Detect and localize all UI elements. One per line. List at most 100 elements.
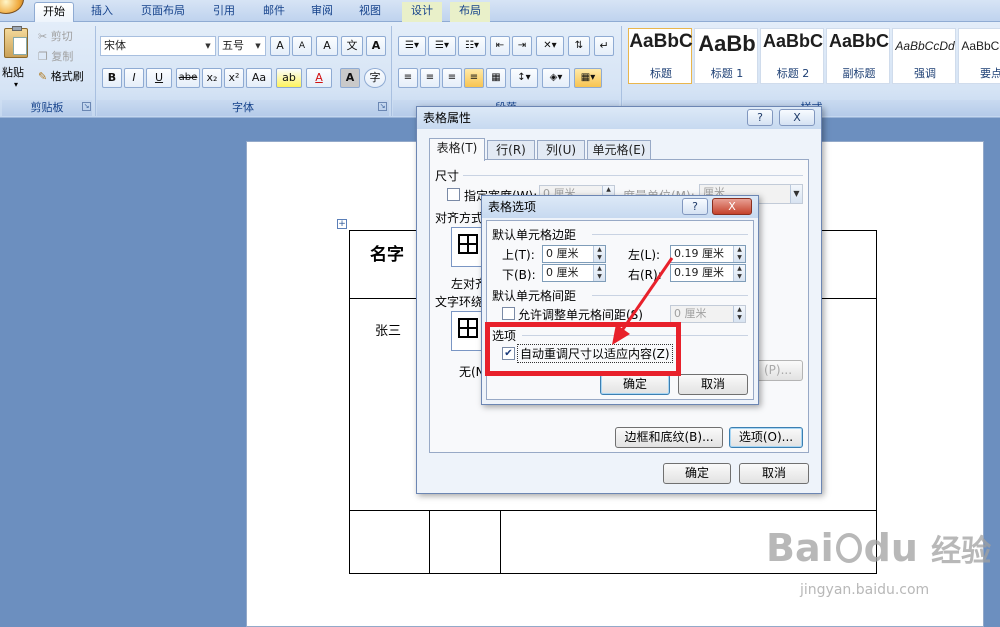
left-margin-input[interactable]: 0.19 厘米 ▲ ▼ bbox=[670, 245, 746, 263]
multilevel-list-button[interactable]: ☷▾ bbox=[458, 36, 486, 56]
italic-button[interactable]: I bbox=[124, 68, 144, 88]
align-center-button[interactable]: ≡ bbox=[420, 68, 440, 88]
increase-indent-button[interactable]: ⇥ bbox=[512, 36, 532, 56]
bold-button[interactable]: B bbox=[102, 68, 122, 88]
chevron-down-icon[interactable]: ▼ bbox=[252, 38, 264, 54]
tab-page-layout[interactable]: 页面布局 bbox=[132, 2, 194, 22]
style-heading-1[interactable]: AaBb 标题 1 bbox=[694, 28, 758, 84]
preferred-width-checkbox[interactable] bbox=[447, 188, 460, 201]
tab-cell[interactable]: 单元格(E) bbox=[587, 140, 651, 160]
shrink-font-button[interactable]: A bbox=[292, 36, 312, 56]
close-button[interactable]: X bbox=[712, 198, 752, 215]
show-marks-button[interactable]: ↵ bbox=[594, 36, 614, 56]
tab-layout[interactable]: 布局 bbox=[450, 2, 490, 22]
ribbon-tab-bar: 开始 插入 页面布局 引用 邮件 审阅 视图 设计 布局 bbox=[0, 0, 1000, 22]
spinner-icon[interactable]: ▲▼ bbox=[733, 246, 745, 262]
wrap-none-option[interactable] bbox=[451, 311, 485, 351]
close-button[interactable]: X bbox=[779, 109, 815, 126]
copy-label: 复制 bbox=[51, 50, 74, 63]
tab-row[interactable]: 行(R) bbox=[487, 140, 535, 160]
bullets-button[interactable]: ☰▾ bbox=[398, 36, 426, 56]
style-subtitle[interactable]: AaBbC 副标题 bbox=[826, 28, 890, 84]
tab-mailings[interactable]: 邮件 bbox=[254, 2, 294, 22]
spinner-icon[interactable]: ▲▼ bbox=[593, 265, 605, 281]
subscript-button[interactable]: x₂ bbox=[202, 68, 222, 88]
grow-font-button[interactable]: A bbox=[270, 36, 290, 56]
left-margin-value: 0.19 厘米 bbox=[674, 247, 724, 260]
cancel-button[interactable]: 取消 bbox=[678, 374, 748, 395]
enclose-characters-button[interactable]: 字 bbox=[364, 68, 386, 88]
spinner-icon[interactable]: ▲▼ bbox=[733, 265, 745, 281]
strikethrough-button[interactable]: abe bbox=[176, 68, 200, 88]
highlight-button[interactable]: ab bbox=[276, 68, 302, 88]
tab-insert[interactable]: 插入 bbox=[82, 2, 122, 22]
superscript-button[interactable]: x² bbox=[224, 68, 244, 88]
underline-button[interactable]: U bbox=[146, 68, 172, 88]
style-title[interactable]: AaBbC 标题 bbox=[628, 28, 693, 84]
spinner-icon[interactable]: ▲▼ bbox=[593, 246, 605, 262]
borders-button[interactable]: ▦▾ bbox=[574, 68, 602, 88]
options-button[interactable]: 选项(O)... bbox=[729, 427, 803, 448]
decrease-indent-button[interactable]: ⇤ bbox=[490, 36, 510, 56]
chinese-layout-button[interactable]: ✕▾ bbox=[536, 36, 564, 56]
tab-table[interactable]: 表格(T) bbox=[429, 138, 485, 161]
font-launcher-icon[interactable]: ↘ bbox=[378, 102, 387, 111]
line-spacing-button[interactable]: ↕▾ bbox=[510, 68, 538, 88]
allow-spacing-checkbox[interactable] bbox=[502, 307, 515, 320]
tab-references[interactable]: 引用 bbox=[204, 2, 244, 22]
shading-button[interactable]: ◈▾ bbox=[542, 68, 570, 88]
positioning-button[interactable]: (P)... bbox=[753, 360, 803, 381]
style-strong[interactable]: AaBbCcDd 要点 bbox=[958, 28, 1000, 84]
tab-home[interactable]: 开始 bbox=[34, 2, 74, 22]
paste-button[interactable]: 粘贴 bbox=[2, 64, 24, 80]
tab-view[interactable]: 视图 bbox=[350, 2, 390, 22]
justify-button[interactable]: ≡ bbox=[464, 68, 484, 88]
help-button[interactable]: ? bbox=[747, 109, 773, 126]
spacing-input[interactable]: 0 厘米 ▲ ▼ bbox=[670, 305, 746, 323]
borders-shading-button[interactable]: 边框和底纹(B)... bbox=[615, 427, 723, 448]
align-left-option[interactable] bbox=[451, 227, 485, 267]
clear-format-button[interactable]: A bbox=[316, 36, 338, 56]
character-border-button[interactable]: A bbox=[366, 36, 386, 56]
group-separator bbox=[621, 26, 622, 116]
chevron-down-icon[interactable]: ▼ bbox=[202, 38, 214, 54]
chevron-down-icon[interactable]: ▼ bbox=[790, 185, 802, 203]
paste-dropdown-icon[interactable]: ▾ bbox=[14, 80, 18, 89]
align-left-button[interactable]: ≡ bbox=[398, 68, 418, 88]
table-cell-name[interactable]: 张三 bbox=[375, 320, 401, 339]
distributed-button[interactable]: ▦ bbox=[486, 68, 506, 88]
top-margin-label: 上(T): bbox=[502, 248, 535, 262]
clipboard-launcher-icon[interactable]: ↘ bbox=[82, 102, 91, 111]
cut-button[interactable]: ✂ 剪切 bbox=[38, 28, 73, 44]
top-margin-input[interactable]: 0 厘米 ▲ ▼ bbox=[542, 245, 606, 263]
paste-icon[interactable] bbox=[4, 26, 28, 58]
help-button[interactable]: ? bbox=[682, 198, 708, 215]
tab-design[interactable]: 设计 bbox=[402, 2, 442, 22]
tab-review[interactable]: 审阅 bbox=[302, 2, 342, 22]
align-right-button[interactable]: ≡ bbox=[442, 68, 462, 88]
spinner-icon[interactable]: ▲▼ bbox=[733, 306, 745, 322]
size-section-label: 尺寸 bbox=[435, 169, 460, 183]
phonetic-guide-button[interactable]: 文 bbox=[341, 36, 363, 56]
table-cell-header[interactable]: 名字 bbox=[370, 240, 404, 265]
change-case-button[interactable]: Aa bbox=[246, 68, 272, 88]
font-size-combo[interactable]: 五号 ▼ bbox=[218, 36, 266, 56]
right-margin-input[interactable]: 0.19 厘米 ▲ ▼ bbox=[670, 264, 746, 282]
ok-button[interactable]: 确定 bbox=[663, 463, 731, 484]
table-border bbox=[876, 230, 877, 574]
tab-column[interactable]: 列(U) bbox=[537, 140, 585, 160]
style-heading-2[interactable]: AaBbC 标题 2 bbox=[760, 28, 824, 84]
sort-button[interactable]: ⇅ bbox=[568, 36, 590, 56]
font-name-combo[interactable]: 宋体 ▼ bbox=[100, 36, 216, 56]
font-color-button[interactable]: A bbox=[306, 68, 332, 88]
bottom-margin-input[interactable]: 0 厘米 ▲ ▼ bbox=[542, 264, 606, 282]
style-emphasis[interactable]: AaBbCcDd 强调 bbox=[892, 28, 956, 84]
ok-button[interactable]: 确定 bbox=[600, 374, 670, 395]
numbering-button[interactable]: ☰▾ bbox=[428, 36, 456, 56]
office-button[interactable] bbox=[0, 0, 24, 14]
cancel-button[interactable]: 取消 bbox=[739, 463, 809, 484]
copy-button[interactable]: ❐ 复制 bbox=[38, 48, 73, 64]
format-painter-button[interactable]: ✎ 格式刷 bbox=[38, 68, 84, 84]
table-move-handle-icon[interactable]: + bbox=[337, 219, 347, 229]
character-shading-button[interactable]: A bbox=[340, 68, 360, 88]
